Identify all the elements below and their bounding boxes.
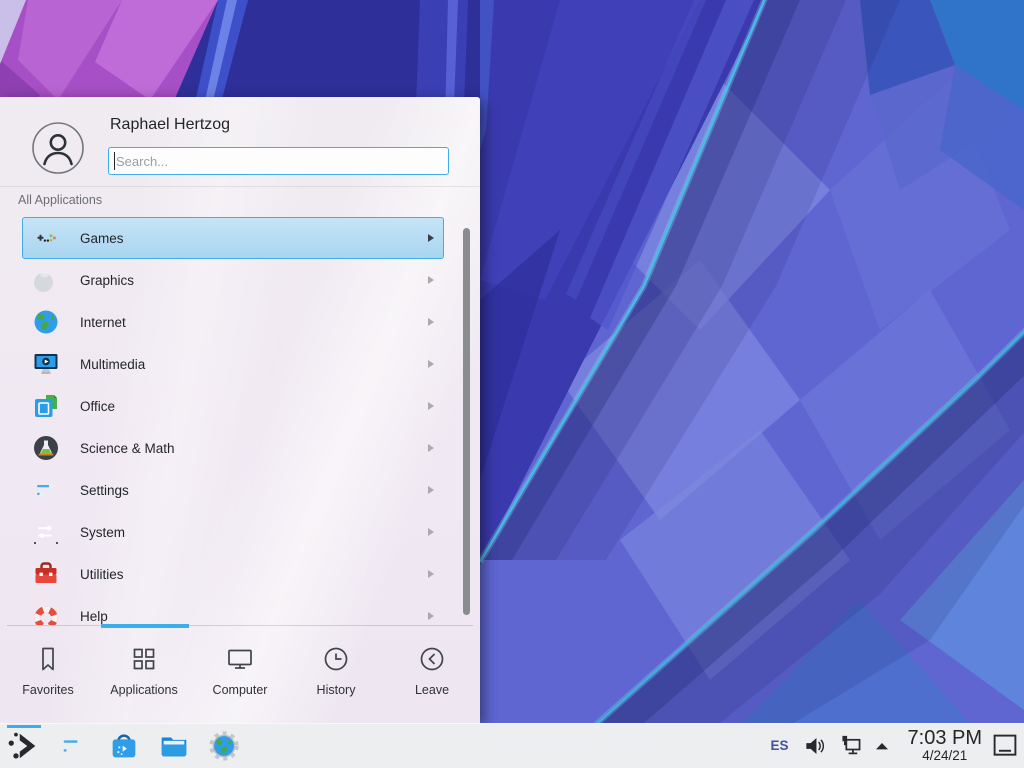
submenu-arrow-icon (428, 528, 434, 536)
expand-tray-icon[interactable] (872, 736, 892, 756)
launcher-active-indicator (7, 725, 41, 728)
graphics-icon (32, 266, 60, 294)
leave-icon (417, 644, 447, 674)
submenu-arrow-icon (428, 612, 434, 620)
kde-launcher-icon (7, 729, 41, 763)
discover-icon (107, 729, 141, 763)
header-separator (0, 186, 480, 187)
submenu-arrow-icon (428, 276, 434, 284)
category-label: Help (80, 609, 108, 624)
category-office[interactable]: Office (22, 385, 444, 427)
category-graphics[interactable]: Graphics (22, 259, 444, 301)
games-icon (32, 224, 60, 252)
science-icon (32, 434, 60, 462)
tab-favorites[interactable]: Favorites (0, 627, 96, 723)
tab-history[interactable]: History (288, 627, 384, 723)
category-help[interactable]: Help (22, 595, 444, 625)
category-label: Graphics (80, 273, 134, 288)
tab-computer[interactable]: Computer (192, 627, 288, 723)
system-settings-icon (57, 729, 91, 763)
taskbar-app-discover[interactable] (105, 727, 143, 765)
tab-leave[interactable]: Leave (384, 627, 480, 723)
category-utilities[interactable]: Utilities (22, 553, 444, 595)
submenu-arrow-icon (428, 402, 434, 410)
favorites-icon (33, 644, 63, 674)
internet-icon (32, 308, 60, 336)
user-avatar[interactable] (32, 122, 84, 174)
history-icon (321, 644, 351, 674)
section-label: All Applications (18, 193, 102, 207)
category-multimedia[interactable]: Multimedia (22, 343, 444, 385)
tabbar-separator (7, 625, 473, 626)
file-manager-icon (157, 729, 191, 763)
tab-label: Computer (213, 683, 268, 697)
tab-applications[interactable]: Applications (96, 627, 192, 723)
settings-icon (32, 476, 60, 504)
clock-time: 7:03 PM (908, 728, 982, 749)
category-label: Internet (80, 315, 126, 330)
submenu-arrow-icon (428, 444, 434, 452)
web-browser-icon (207, 729, 241, 763)
category-system[interactable]: System (22, 511, 444, 553)
category-list: Games Graphics Internet Multimedia Offic (0, 217, 480, 625)
category-label: System (80, 525, 125, 540)
search-field-wrap (108, 147, 449, 175)
show-desktop-icon[interactable] (992, 733, 1018, 759)
digital-clock[interactable]: 7:03 PM 4/24/21 (908, 728, 982, 763)
network-icon[interactable] (837, 732, 865, 760)
category-label: Games (80, 231, 124, 246)
multimedia-icon (32, 350, 60, 378)
taskbar-app-file-manager[interactable] (155, 727, 193, 765)
volume-icon[interactable] (802, 733, 828, 759)
system-icon (32, 518, 60, 546)
clock-date: 4/24/21 (908, 749, 982, 763)
launcher-tabbar: Favorites Applications Computer History … (0, 627, 480, 723)
submenu-arrow-icon (428, 318, 434, 326)
submenu-arrow-icon (428, 486, 434, 494)
category-label: Science & Math (80, 441, 175, 456)
category-label: Settings (80, 483, 129, 498)
taskbar-app-system-settings[interactable] (55, 727, 93, 765)
tab-label: Leave (415, 683, 449, 697)
submenu-arrow-icon (428, 570, 434, 578)
category-label: Office (80, 399, 115, 414)
computer-icon (225, 644, 255, 674)
taskbar-app-web-browser[interactable] (205, 727, 243, 765)
applications-icon (129, 644, 159, 674)
list-scrollbar[interactable] (463, 228, 470, 615)
application-launcher-menu: Raphael Hertzog All Applications Games G… (0, 97, 480, 723)
category-settings[interactable]: Settings (22, 469, 444, 511)
launcher-header: Raphael Hertzog (0, 97, 480, 186)
search-input[interactable] (108, 147, 449, 175)
category-science-math[interactable]: Science & Math (22, 427, 444, 469)
user-name: Raphael Hertzog (110, 116, 230, 134)
category-games[interactable]: Games (22, 217, 444, 259)
utilities-icon (32, 560, 60, 588)
category-label: Utilities (80, 567, 124, 582)
category-label: Multimedia (80, 357, 145, 372)
tab-label: History (317, 683, 356, 697)
office-icon (32, 392, 60, 420)
system-tray: ES 7:03 PM 4/24/21 (771, 728, 1024, 763)
text-caret (114, 152, 115, 170)
desktop: Raphael Hertzog All Applications Games G… (0, 0, 1024, 768)
taskbar-panel: ES 7:03 PM 4/24/21 (0, 723, 1024, 768)
category-internet[interactable]: Internet (22, 301, 444, 343)
tab-label: Favorites (22, 683, 73, 697)
tab-label: Applications (110, 683, 177, 697)
help-icon (32, 602, 60, 625)
submenu-arrow-icon (428, 234, 434, 242)
submenu-arrow-icon (428, 360, 434, 368)
keyboard-layout-indicator[interactable]: ES (771, 738, 789, 753)
app-launcher-button[interactable] (5, 727, 43, 765)
